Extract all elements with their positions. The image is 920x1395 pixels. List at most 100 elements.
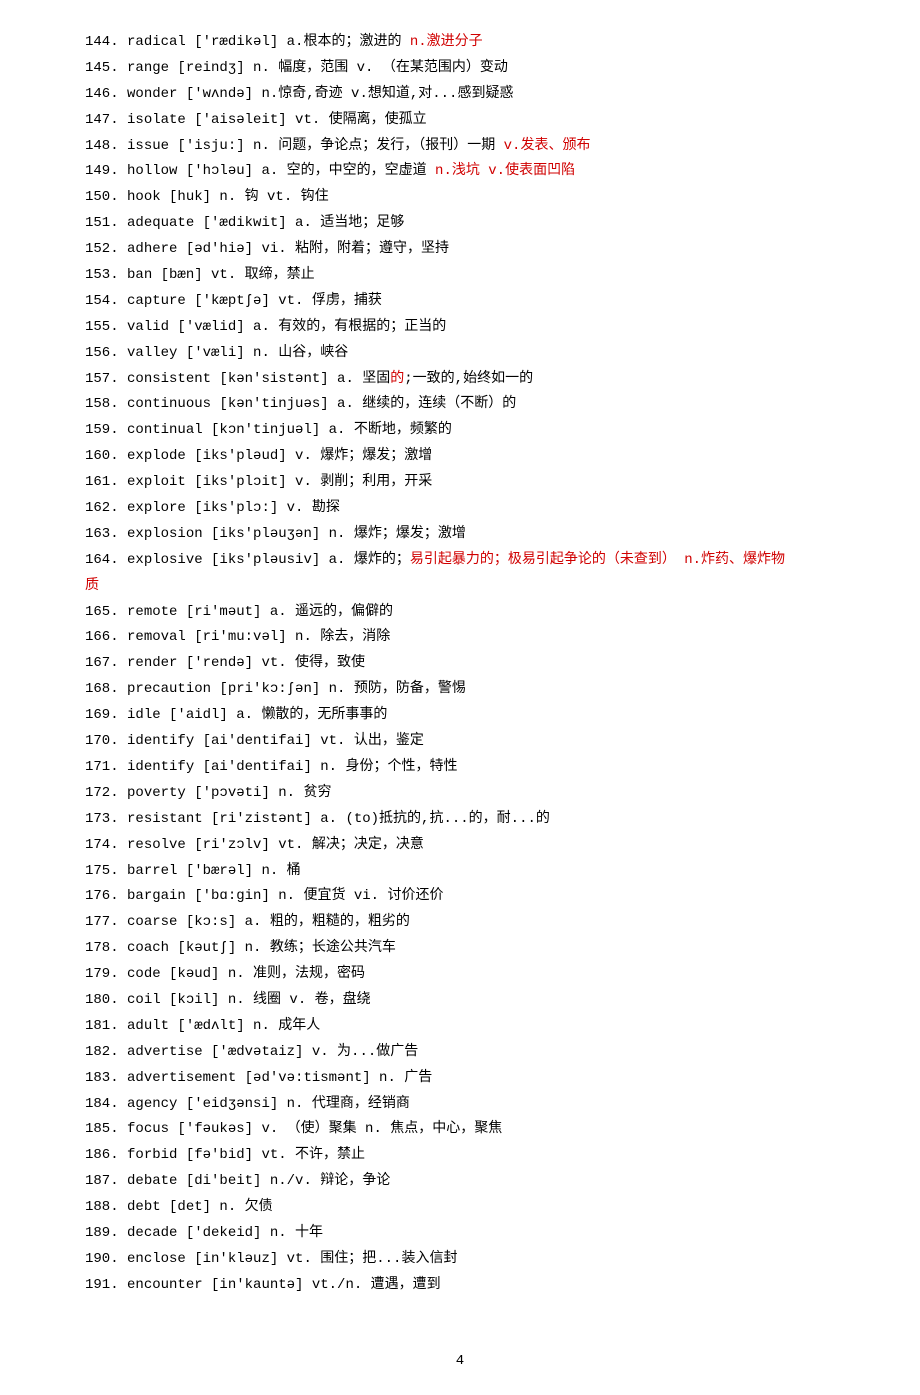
entry-annotation: n.激进分子 [401,34,482,50]
entry-text: range [reindʒ] n. 幅度，范围 v. （在某范围内）变动 [127,60,508,76]
entry-number: 161. [85,474,127,490]
entry-number: 155. [85,319,127,335]
entry-text: encounter [in'kauntə] vt./n. 遭遇，遭到 [127,1277,441,1293]
entry-number: 178. [85,940,127,956]
entry-text: advertise ['ædvətaiz] v. 为...做广告 [127,1044,418,1060]
entry-number: 183. [85,1070,127,1086]
vocab-entry: 187. debate [di'beit] n./v. 辩论，争论 [85,1169,835,1195]
entry-text: ;一致的,始终如一的 [404,371,533,387]
entry-text: adult ['ædʌlt] n. 成年人 [127,1018,320,1034]
entry-text: debt [det] n. 欠债 [127,1199,273,1215]
entry-number: 152. [85,241,127,257]
entry-text: precaution [pri'kɔ:ʃən] n. 预防，防备，警惕 [127,681,466,697]
vocab-entry: 189. decade ['dekeid] n. 十年 [85,1221,835,1247]
entry-text: valid ['vælid] a. 有效的，有根据的；正当的 [127,319,446,335]
entry-number: 187. [85,1173,127,1189]
entry-number: 182. [85,1044,127,1060]
entry-text: isolate ['aisəleit] vt. 使隔离，使孤立 [127,112,427,128]
entry-text: exploit [iks'plɔit] v. 剥削；利用，开采 [127,474,432,490]
vocab-entry: 180. coil [kɔil] n. 线圈 v. 卷，盘绕 [85,988,835,1014]
vocab-entry: 168. precaution [pri'kɔ:ʃən] n. 预防，防备，警惕 [85,677,835,703]
entry-number: 158. [85,396,127,412]
vocab-entry: 173. resistant [ri'zistənt] a. (to)抵抗的,抗… [85,807,835,833]
entry-number: 148. [85,138,127,154]
vocab-entry: 182. advertise ['ædvətaiz] v. 为...做广告 [85,1040,835,1066]
vocab-entry: 179. code [kəud] n. 准则，法规，密码 [85,962,835,988]
entry-text: enclose [in'kləuz] vt. 围住；把...装入信封 [127,1251,457,1267]
entry-text: remote [ri'məut] a. 遥远的，偏僻的 [127,604,393,620]
entry-number: 185. [85,1121,127,1137]
vocab-entry: 176. bargain ['bɑ:gin] n. 便宜货 vi. 讨价还价 [85,884,835,910]
entry-number: 173. [85,811,127,827]
vocab-entry: 190. enclose [in'kləuz] vt. 围住；把...装入信封 [85,1247,835,1273]
entry-annotation: v.发表、颁布 [495,138,590,154]
entry-text: hook [huk] n. 钩 vt. 钩住 [127,189,329,205]
vocab-entry: 152. adhere [əd'hiə] vi. 粘附，附着；遵守，坚持 [85,237,835,263]
entry-number: 171. [85,759,127,775]
entry-number: 160. [85,448,127,464]
entry-text: issue ['isju:] n. 问题，争论点；发行，（报刊）一期 [127,138,495,154]
entry-number: 144. [85,34,127,50]
vocab-entry: 167. render ['rendə] vt. 使得，致使 [85,651,835,677]
entry-text: hollow ['hɔləu] a. 空的，中空的，空虚道 [127,163,427,179]
vocabulary-list: 144. radical ['rædikəl] a.根本的；激进的 n.激进分子… [85,30,835,1299]
entry-text: ban [bæn] vt. 取缔，禁止 [127,267,315,283]
vocab-entry: 164. explosive [iks'pləusiv] a. 爆炸的；易引起暴… [85,548,835,574]
vocab-entry: 149. hollow ['hɔləu] a. 空的，中空的，空虚道 n.浅坑 … [85,159,835,185]
entry-text: identify [ai'dentifai] n. 身份；个性，特性 [127,759,457,775]
entry-number: 153. [85,267,127,283]
entry-text: render ['rendə] vt. 使得，致使 [127,655,365,671]
entry-text: capture ['kæptʃə] vt. 俘虏，捕获 [127,293,382,309]
entry-text: resolve [ri'zɔlv] vt. 解决；决定，决意 [127,837,424,853]
entry-number: 175. [85,863,127,879]
entry-number: 168. [85,681,127,697]
vocab-entry: 151. adequate ['ædikwit] a. 适当地；足够 [85,211,835,237]
entry-text: identify [ai'dentifai] vt. 认出，鉴定 [127,733,424,749]
entry-number: 190. [85,1251,127,1267]
entry-number: 174. [85,837,127,853]
entry-text: wonder ['wʌndə] n.惊奇,奇迹 v.想知道,对...感到疑惑 [127,86,513,102]
entry-number: 149. [85,163,127,179]
vocab-entry: 154. capture ['kæptʃə] vt. 俘虏，捕获 [85,289,835,315]
vocab-entry: 174. resolve [ri'zɔlv] vt. 解决；决定，决意 [85,833,835,859]
entry-number: 145. [85,60,127,76]
vocab-entry: 184. agency ['eidʒənsi] n. 代理商，经销商 [85,1092,835,1118]
entry-number: 166. [85,629,127,645]
entry-number: 169. [85,707,127,723]
entry-text: adhere [əd'hiə] vi. 粘附，附着；遵守，坚持 [127,241,449,257]
entry-number: 186. [85,1147,127,1163]
entry-number: 165. [85,604,127,620]
vocab-entry: 170. identify [ai'dentifai] vt. 认出，鉴定 [85,729,835,755]
vocab-entry: 150. hook [huk] n. 钩 vt. 钩住 [85,185,835,211]
entry-number: 159. [85,422,127,438]
vocab-entry: 146. wonder ['wʌndə] n.惊奇,奇迹 v.想知道,对...感… [85,82,835,108]
vocab-entry: 159. continual [kɔn'tinjuəl] a. 不断地，频繁的 [85,418,835,444]
entry-text: adequate ['ædikwit] a. 适当地；足够 [127,215,404,231]
vocab-entry: 158. continuous [kən'tinjuəs] a. 继续的，连续（… [85,392,835,418]
vocab-entry: 144. radical ['rædikəl] a.根本的；激进的 n.激进分子 [85,30,835,56]
vocab-entry: 160. explode [iks'pləud] v. 爆炸；爆发；激增 [85,444,835,470]
vocab-entry: 162. explore [iks'plɔ:] v. 勘探 [85,496,835,522]
entry-text: explore [iks'plɔ:] v. 勘探 [127,500,340,516]
vocab-entry: 161. exploit [iks'plɔit] v. 剥削；利用，开采 [85,470,835,496]
entry-text: poverty ['pɔvəti] n. 贫穷 [127,785,331,801]
entry-number: 167. [85,655,127,671]
entry-number: 162. [85,500,127,516]
entry-text: explosion [iks'pləuʒən] n. 爆炸；爆发；激增 [127,526,466,542]
entry-text: removal [ri'mu:vəl] n. 除去，消除 [127,629,390,645]
vocab-entry: 147. isolate ['aisəleit] vt. 使隔离，使孤立 [85,108,835,134]
entry-text: explode [iks'pləud] v. 爆炸；爆发；激增 [127,448,432,464]
entry-number: 157. [85,371,127,387]
vocab-entry: 145. range [reindʒ] n. 幅度，范围 v. （在某范围内）变… [85,56,835,82]
vocab-entry: 156. valley ['væli] n. 山谷，峡谷 [85,341,835,367]
entry-number: 170. [85,733,127,749]
vocab-entry: 172. poverty ['pɔvəti] n. 贫穷 [85,781,835,807]
entry-number: 189. [85,1225,127,1241]
vocab-entry: 186. forbid [fə'bid] vt. 不许，禁止 [85,1143,835,1169]
entry-text: forbid [fə'bid] vt. 不许，禁止 [127,1147,365,1163]
vocab-entry: 169. idle ['aidl] a. 懒散的，无所事事的 [85,703,835,729]
entry-text: agency ['eidʒənsi] n. 代理商，经销商 [127,1096,410,1112]
entry-number: 146. [85,86,127,102]
vocab-entry: 181. adult ['ædʌlt] n. 成年人 [85,1014,835,1040]
entry-text: focus ['fəukəs] v. （使）聚集 n. 焦点，中心，聚焦 [127,1121,502,1137]
